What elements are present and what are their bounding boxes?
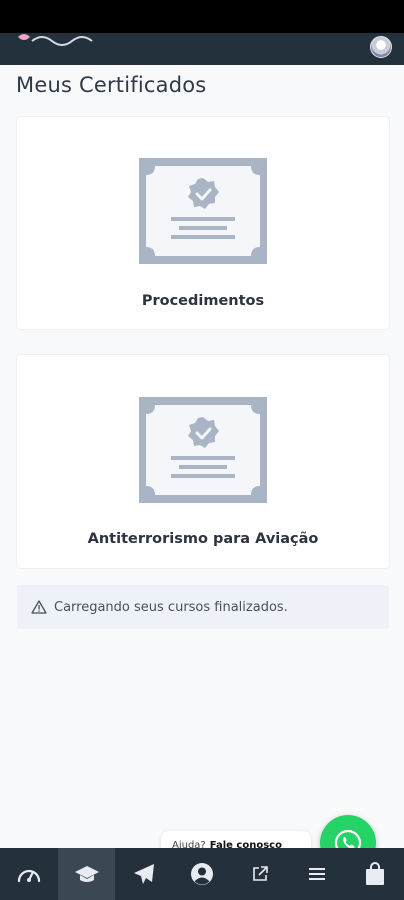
app-header — [0, 33, 404, 65]
certificate-card[interactable]: Procedimentos — [17, 117, 389, 329]
nav-dashboard[interactable] — [0, 848, 58, 900]
user-circle-icon — [191, 863, 214, 885]
certificate-icon — [139, 158, 267, 264]
brand-logo[interactable] — [14, 33, 108, 47]
menu-icon — [309, 868, 326, 880]
nav-menu[interactable] — [289, 848, 347, 900]
alert-text: Carregando seus cursos finalizados. — [54, 599, 288, 615]
page-title: Meus Certificados — [16, 73, 207, 97]
external-link-icon — [252, 866, 268, 881]
nav-external[interactable] — [231, 848, 289, 900]
certificate-title: Procedimentos — [141, 293, 265, 309]
shopping-bag-icon — [366, 862, 385, 885]
status-bar — [0, 0, 404, 33]
nav-profile[interactable] — [173, 848, 231, 900]
nav-send[interactable] — [115, 848, 173, 900]
warning-icon — [31, 600, 47, 614]
nav-store[interactable] — [346, 848, 404, 900]
certificate-title: Antiterrorismo para Aviação — [87, 531, 319, 547]
avatar[interactable] — [370, 36, 392, 58]
bottom-nav — [0, 848, 404, 900]
speedometer-icon — [17, 869, 40, 883]
certificate-card[interactable]: Antiterrorismo para Aviação — [17, 355, 389, 568]
nav-courses[interactable] — [57, 848, 116, 900]
certificate-icon — [139, 397, 267, 503]
graduation-cap-icon — [74, 866, 99, 882]
loading-alert: Carregando seus cursos finalizados. — [17, 585, 389, 629]
paper-plane-icon — [134, 864, 155, 884]
